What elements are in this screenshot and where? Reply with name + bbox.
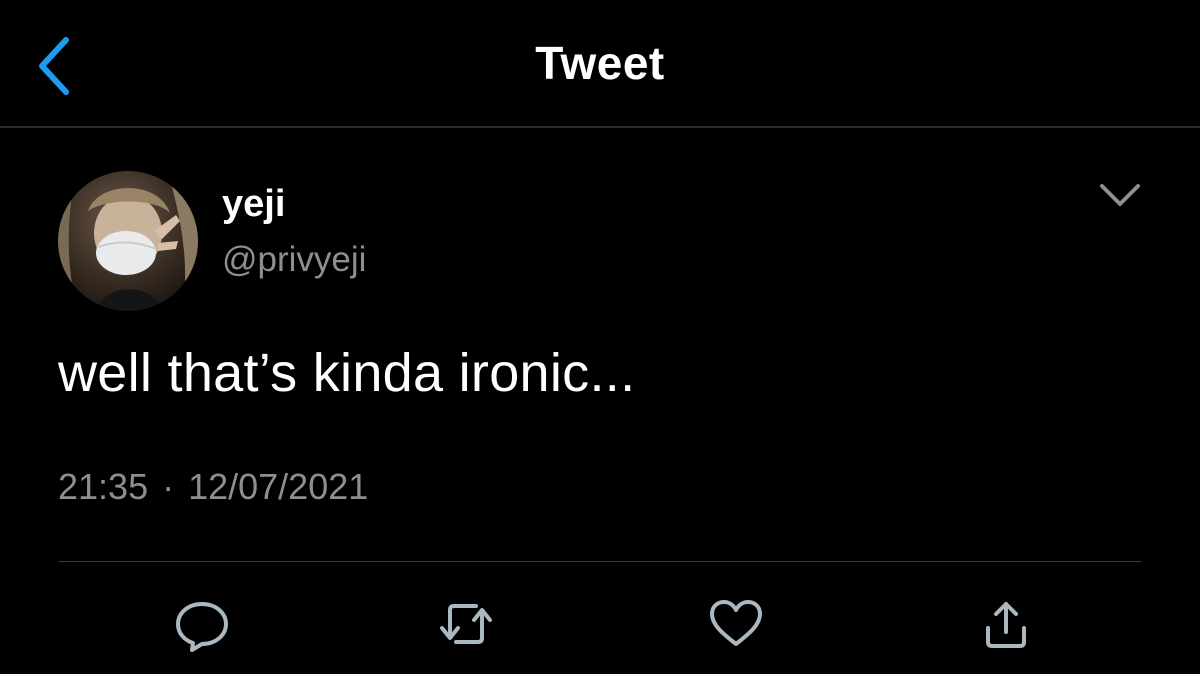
retweet-icon	[440, 604, 492, 644]
divider	[58, 561, 1142, 562]
top-bar: Tweet	[0, 0, 1200, 128]
separator-dot: ·	[162, 466, 175, 507]
share-icon	[986, 602, 1026, 648]
avatar[interactable]	[58, 171, 198, 311]
author-handle[interactable]: @privyeji	[222, 240, 366, 280]
like-button[interactable]	[706, 596, 766, 652]
reply-button[interactable]	[172, 596, 232, 652]
author-display-name[interactable]: yeji	[222, 183, 285, 226]
page-title: Tweet	[535, 37, 665, 89]
more-options-button[interactable]	[1094, 172, 1146, 216]
tweet-text: well that’s kinda ironic...	[58, 343, 636, 403]
retweet-button[interactable]	[436, 596, 496, 652]
heart-icon	[710, 600, 762, 646]
tweet-date: 12/07/2021	[188, 466, 369, 507]
reply-icon	[176, 602, 228, 652]
share-button[interactable]	[976, 596, 1036, 652]
tweet-time: 21:35	[58, 466, 149, 507]
tweet-timestamp[interactable]: 21:35 · 12/07/2021	[58, 466, 368, 508]
chevron-down-icon	[1100, 184, 1140, 206]
avatar-image	[58, 171, 198, 311]
